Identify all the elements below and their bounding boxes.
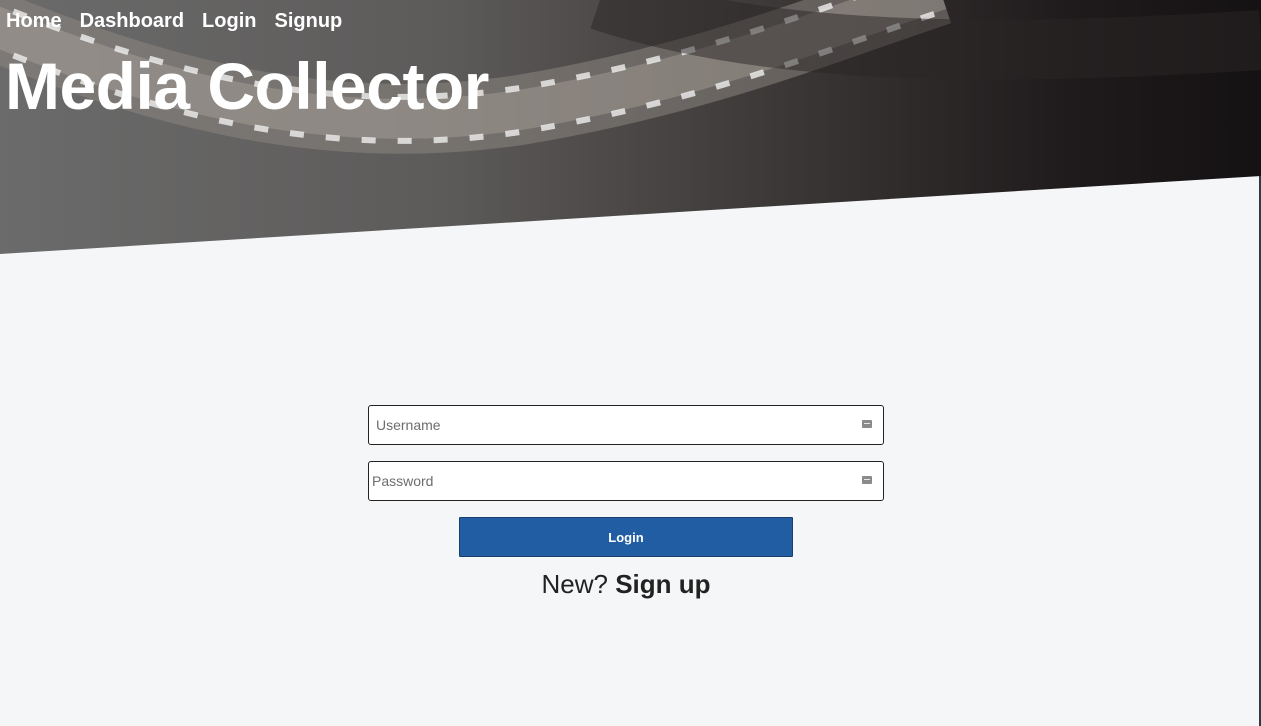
nav-login[interactable]: Login [202,9,256,33]
password-field [368,461,884,501]
nav-home[interactable]: Home [6,9,62,33]
username-input[interactable] [369,406,883,444]
key-icon[interactable] [862,420,872,428]
page-title: Media Collector [5,49,489,123]
signup-link[interactable]: Sign up [615,569,710,599]
key-icon[interactable] [862,476,872,484]
nav-dashboard[interactable]: Dashboard [80,9,184,33]
nav-signup[interactable]: Signup [274,9,342,33]
password-input[interactable] [369,462,883,500]
login-button[interactable]: Login [459,517,793,557]
top-nav: Home Dashboard Login Signup [6,9,342,33]
signup-prompt-line: New? Sign up [368,566,884,602]
signup-prompt: New? [541,569,608,599]
login-form: Login New? Sign up [368,405,884,599]
username-field [368,405,884,445]
film-strip-background [0,0,1261,154]
hero-banner: Home Dashboard Login Signup Media Collec… [0,0,1261,254]
